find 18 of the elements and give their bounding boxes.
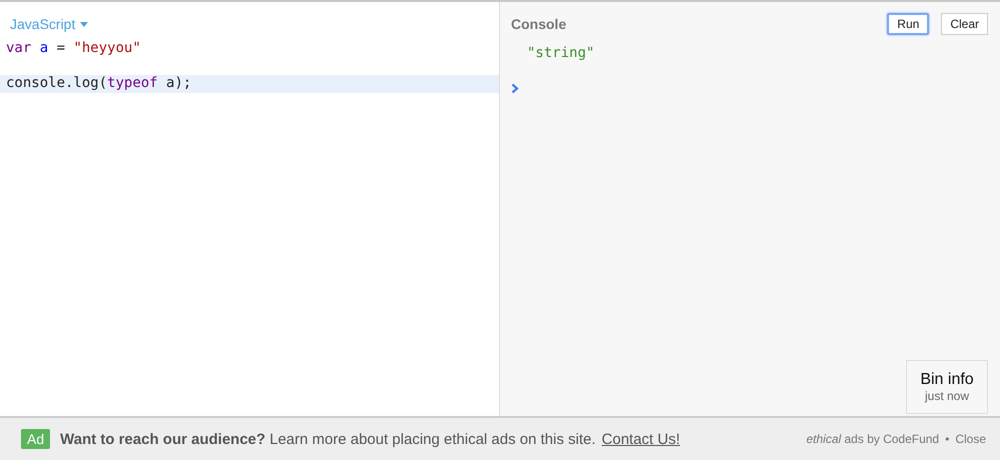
console-button[interactable]: Clear	[941, 13, 988, 35]
separator-dot: •	[945, 432, 950, 446]
bin-info-panel[interactable]: Bin info just now	[906, 360, 988, 414]
console-title: Console	[511, 16, 568, 32]
code-line: var a = "heyyou"	[6, 40, 141, 56]
console-output: "string"	[527, 45, 596, 61]
ad-message: Want to reach our audience? Learn more about placing ethical ads on this site.	[60, 430, 596, 448]
editor-panel[interactable]: JavaScript var a = "heyyou" console.log(typeof a);	[0, 2, 500, 416]
code-line: console.log(typeof a);	[6, 75, 192, 91]
prompt-chevron-icon	[511, 83, 519, 94]
caret-icon	[80, 22, 88, 26]
ad-badge: Ad	[21, 429, 50, 449]
bin-info-title: Bin info	[920, 371, 974, 389]
ad-credit: ethical ads by CodeFund	[806, 432, 940, 446]
contact-link[interactable]: Contact Us!	[602, 430, 680, 448]
console-button[interactable]: Run	[887, 13, 930, 35]
bin-info-time: just now	[924, 389, 970, 403]
close-link[interactable]: Close	[955, 432, 986, 446]
